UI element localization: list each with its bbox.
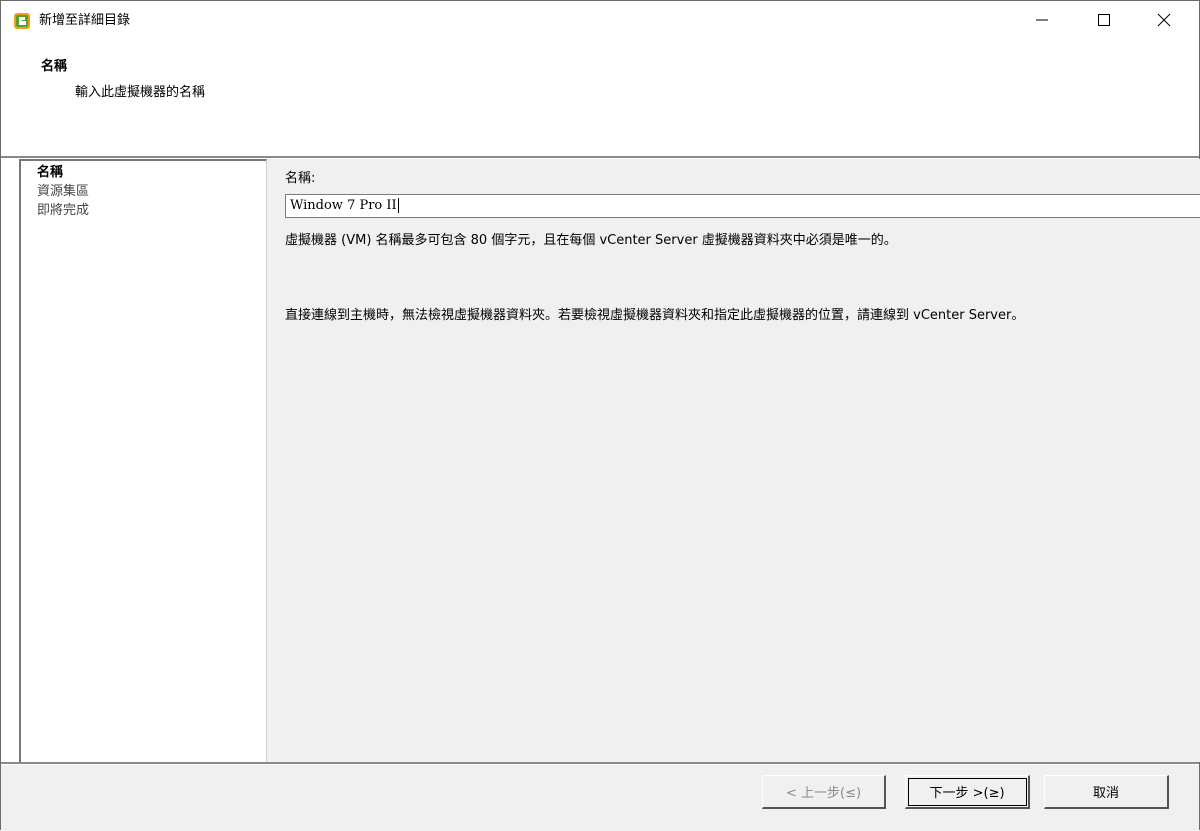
wizard-content: 名稱: Window 7 Pro II 虛擬機器 (VM) 名稱最多可包含 80… xyxy=(267,159,1200,762)
vm-name-value: Window 7 Pro II xyxy=(290,198,397,213)
minimize-button[interactable] xyxy=(1019,1,1065,39)
step-item-ready-to-complete[interactable]: 即將完成 xyxy=(37,202,89,220)
text-caret xyxy=(397,198,399,213)
vsphere-app-icon xyxy=(13,12,31,30)
title-bar: 新增至詳細目錄 xyxy=(1,1,1199,39)
wizard-header: 名稱 輸入此虛擬機器的名稱 xyxy=(1,39,1199,156)
close-button[interactable] xyxy=(1141,1,1187,39)
host-connection-info: 直接連線到主機時，無法檢視虛擬機器資料夾。若要檢視虛擬機器資料夾和指定此虛擬機器… xyxy=(285,308,1025,323)
page-title: 名稱 xyxy=(41,59,68,74)
close-icon xyxy=(1157,13,1171,27)
step-item-name[interactable]: 名稱 xyxy=(37,164,63,182)
back-button[interactable]: < 上一步(≤) xyxy=(762,775,886,809)
maximize-button[interactable] xyxy=(1081,1,1127,39)
dialog-window: 新增至詳細目錄 名稱 輸入此虛擬機器的名稱 名稱 資源集區 即將完成 名稱: W… xyxy=(0,0,1200,831)
page-subtitle: 輸入此虛擬機器的名稱 xyxy=(75,85,206,100)
wizard-steps-panel: 名稱 資源集區 即將完成 xyxy=(19,159,267,762)
name-label: 名稱: xyxy=(285,171,316,186)
window-title: 新增至詳細目錄 xyxy=(39,13,131,28)
step-item-resource-pool[interactable]: 資源集區 xyxy=(37,183,89,201)
vm-name-input[interactable]: Window 7 Pro II xyxy=(285,194,1200,218)
minimize-icon xyxy=(1036,19,1048,21)
name-limit-info: 虛擬機器 (VM) 名稱最多可包含 80 個字元，且在每個 vCenter Se… xyxy=(285,233,897,248)
maximize-icon xyxy=(1098,14,1110,26)
next-button[interactable]: 下一步 >(≥) xyxy=(905,775,1030,809)
cancel-button[interactable]: 取消 xyxy=(1044,775,1169,809)
wizard-footer: < 上一步(≤) 下一步 >(≥) 取消 xyxy=(1,765,1199,831)
